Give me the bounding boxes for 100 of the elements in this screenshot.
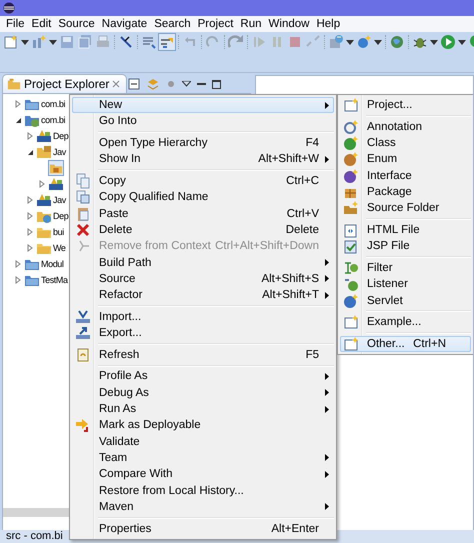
menu-item[interactable]: Class — [340, 134, 471, 152]
copy-icon — [75, 189, 91, 206]
menu-item[interactable]: Delete Delete — [72, 222, 334, 238]
annotation-icon — [343, 118, 359, 135]
menu-item[interactable]: Import... — [72, 308, 334, 325]
example-icon — [343, 314, 359, 330]
menu-item[interactable]: Servlet — [340, 292, 471, 309]
menu-item[interactable]: Enum — [340, 151, 471, 168]
menu-item[interactable]: Refresh F5 — [72, 346, 334, 363]
menu-item[interactable]: Paste Ctrl+V — [72, 206, 334, 222]
menu-item[interactable]: Listener — [340, 276, 471, 292]
collapse-all-icon[interactable] — [128, 78, 140, 90]
menu-item[interactable]: Copy Ctrl+C — [72, 172, 334, 190]
menu-item[interactable]: Project... — [340, 97, 471, 114]
collapsed-arrow-icon[interactable] — [25, 211, 35, 221]
menu-item[interactable]: Team — [72, 450, 334, 466]
menu-item[interactable]: Open Type Hierarchy F4 — [72, 134, 334, 152]
menu-item[interactable]: Annotation — [340, 118, 471, 135]
menu-item[interactable]: Project — [196, 18, 238, 30]
tree-item-label[interactable]: Jav — [53, 147, 66, 157]
tree-item-label[interactable]: Dep — [53, 131, 68, 141]
menu-item[interactable]: Other... Ctrl+N — [340, 336, 471, 352]
view-menu-icon[interactable] — [182, 81, 191, 87]
library-icon[interactable] — [36, 128, 52, 144]
menu-item[interactable]: Properties Alt+Enter — [72, 520, 334, 537]
import-icon — [75, 308, 91, 325]
globe-icon — [389, 34, 405, 50]
collapsed-arrow-icon[interactable] — [13, 259, 23, 269]
copy-icon — [75, 173, 91, 190]
eclipse-logo-icon — [3, 2, 15, 14]
collapsed-arrow-icon[interactable] — [37, 179, 47, 189]
tree-item-label[interactable]: com.bi — [41, 115, 66, 125]
tree-item-label[interactable]: Modul — [41, 259, 64, 269]
collapsed-arrow-icon[interactable] — [25, 131, 35, 141]
menu-item[interactable]: Compare With — [72, 466, 334, 482]
menu-item[interactable]: Run As — [72, 400, 334, 418]
filter-icon — [343, 260, 359, 276]
library-icon[interactable] — [48, 176, 64, 192]
class-icon — [343, 135, 359, 152]
menu-item[interactable]: Source Alt+Shift+S — [72, 270, 334, 288]
menu-item[interactable]: Copy Qualified Name — [72, 189, 334, 206]
menu-item[interactable]: Help — [314, 18, 346, 30]
menu-item[interactable]: Search — [152, 18, 196, 30]
menu-item[interactable]: Debug As — [72, 384, 334, 401]
tree-item-label[interactable]: TestMa — [41, 275, 68, 285]
menu-item[interactable]: Go Into — [72, 113, 334, 130]
menu-item[interactable]: Show In Alt+Shift+W — [72, 151, 334, 168]
menu-item[interactable]: HTML File — [340, 222, 471, 238]
menu-item[interactable]: Restore from Local History... — [72, 482, 334, 499]
menu-item[interactable]: Source — [56, 18, 100, 30]
menu-item[interactable]: Package — [340, 184, 471, 200]
tree-item-label[interactable]: bui — [53, 227, 64, 237]
menu-item[interactable]: Example... — [340, 314, 471, 330]
minimize-icon[interactable] — [197, 82, 206, 86]
delete-icon — [75, 222, 91, 238]
package-icon[interactable] — [48, 160, 64, 176]
tree-item-label[interactable]: com.bi — [41, 99, 66, 109]
tree-item-label[interactable]: Dep — [53, 211, 68, 221]
save-all-icon — [77, 34, 93, 50]
menu-item[interactable]: New — [72, 97, 334, 114]
menu-item[interactable]: Edit — [30, 18, 56, 30]
save-icon — [59, 34, 75, 50]
menu-item[interactable]: Mark as Deployable — [72, 417, 334, 434]
source-folder-icon — [343, 200, 359, 216]
new-class-icon — [31, 34, 47, 50]
toolbar-button[interactable] — [158, 33, 176, 51]
menu-item[interactable]: Run — [238, 18, 267, 30]
menu-item[interactable]: Build Path — [72, 254, 334, 271]
listener-icon — [343, 276, 359, 292]
maximize-icon[interactable] — [212, 80, 221, 88]
tree-item-label[interactable]: We — [53, 243, 66, 253]
menu-item[interactable]: Navigate — [100, 18, 152, 30]
menu-item[interactable]: Interface — [340, 168, 471, 184]
wizard-icon — [343, 336, 359, 352]
new-project-icon — [343, 97, 359, 114]
library-icon[interactable] — [36, 192, 52, 208]
interface-icon — [343, 168, 359, 184]
menu-item[interactable]: Window — [266, 18, 314, 30]
menu-item[interactable]: JSP File — [340, 238, 471, 254]
collapsed-arrow-icon[interactable] — [13, 99, 23, 109]
menu-item[interactable]: File — [4, 18, 30, 30]
view-tab[interactable]: Project Explorer — [2, 74, 128, 93]
menu-item[interactable]: Profile As — [72, 368, 334, 385]
html-file-icon — [343, 222, 359, 238]
menu-item[interactable]: Export... — [72, 324, 334, 342]
collapsed-arrow-icon[interactable] — [25, 195, 35, 205]
folder-icon — [7, 77, 21, 91]
refresh-icon — [75, 346, 91, 363]
menu-item[interactable]: Refactor Alt+Shift+T — [72, 287, 334, 304]
menu-item[interactable]: Maven — [72, 498, 334, 515]
tree-item-label[interactable]: Jav — [53, 195, 66, 205]
menu-item[interactable]: Source Folder — [340, 200, 471, 216]
menu-item[interactable]: Filter — [340, 260, 471, 276]
status-text: src - com.bi — [6, 530, 63, 542]
arrow-icon — [75, 417, 91, 434]
menu-item[interactable]: Validate — [72, 434, 334, 450]
collapsed-arrow-icon[interactable] — [25, 227, 35, 237]
collapsed-arrow-icon[interactable] — [25, 243, 35, 253]
new-file-icon — [3, 34, 19, 50]
collapsed-arrow-icon[interactable] — [13, 275, 23, 285]
